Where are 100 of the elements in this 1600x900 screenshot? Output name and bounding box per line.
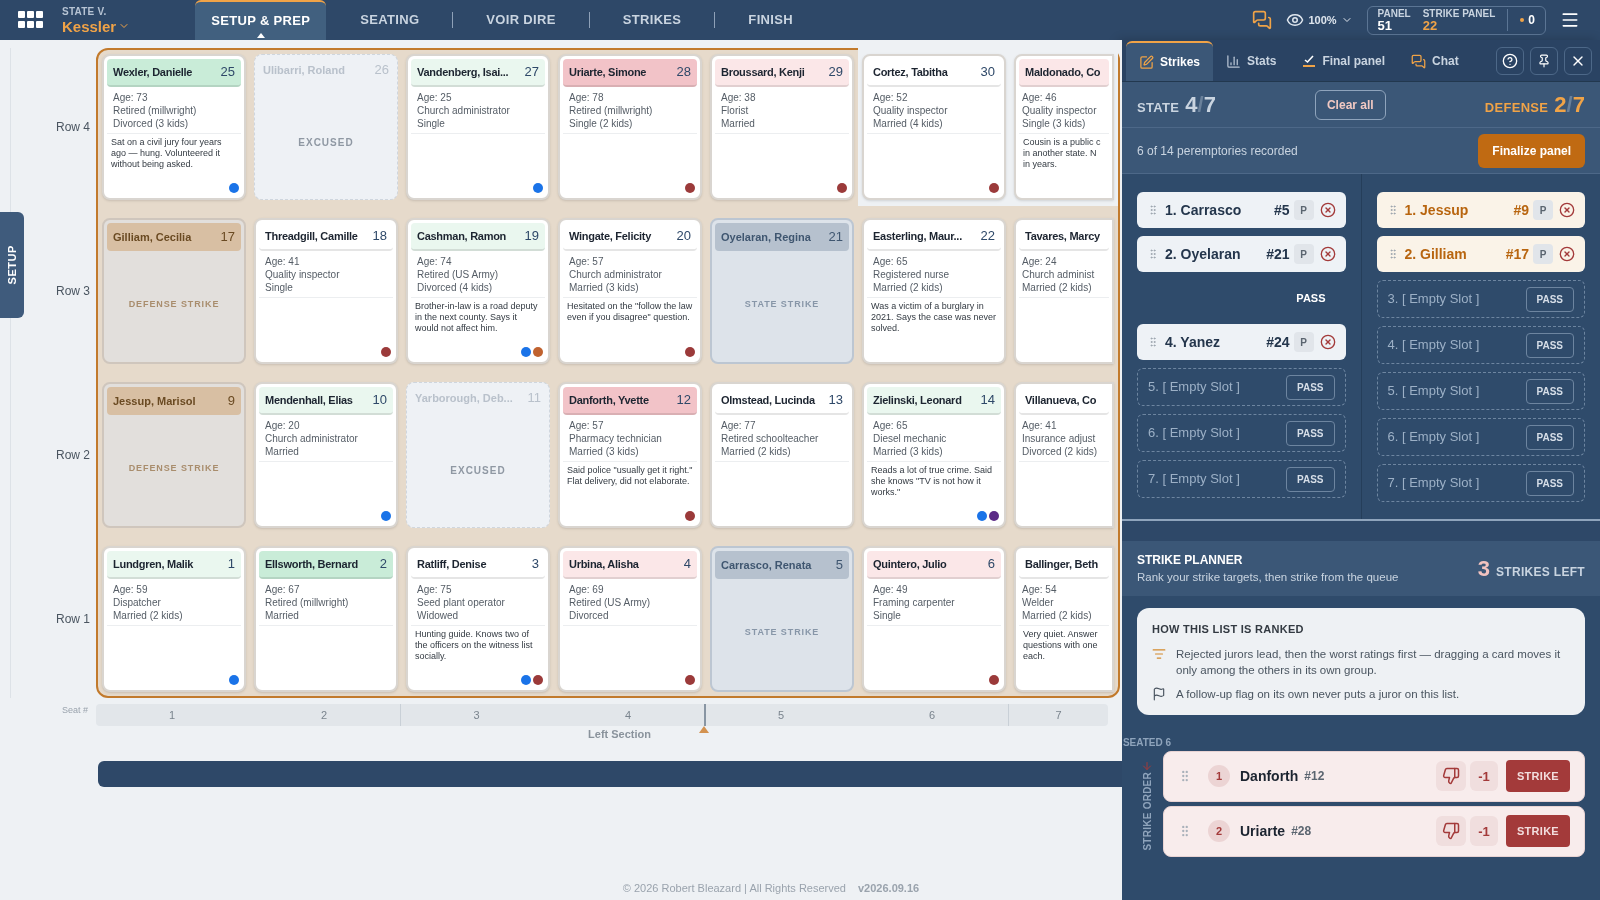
juror-card[interactable]: Quintero, Julio 6 Age: 49 Framing carpenter Single [862, 546, 1006, 692]
struck-juror-card[interactable]: Carrasco, Renata 5 STATE STRIKE [710, 546, 854, 692]
pin-icon[interactable] [1530, 46, 1558, 75]
nav-tab[interactable]: STRIKES [590, 0, 714, 40]
juror-card[interactable]: Ballinger, Beth Age: 54 Welder Married (2 kids) Very quiet. Answer questions with one each. [1014, 546, 1114, 692]
pass-button[interactable]: PASS [1525, 470, 1574, 496]
juror-detail: Divorced (2 kids) [1022, 445, 1098, 458]
juror-card[interactable]: Broussard, Kenji 29 Age: 38 Florist Married [710, 54, 854, 200]
struck-juror-card[interactable]: Jessup, Marisol 9 DEFENSE STRIKE [102, 382, 246, 528]
strike-slot[interactable]: 1. Jessup #9 P [1376, 192, 1585, 228]
pass-button[interactable]: PASS [1286, 374, 1335, 400]
strike-slot[interactable]: 4. Yanez #24 P [1137, 324, 1346, 360]
app-grid-icon[interactable] [18, 11, 44, 29]
empty-slot[interactable]: 6. [ Empty Slot ] PASS [1137, 414, 1346, 452]
empty-slot[interactable]: 7. [ Empty Slot ] PASS [1137, 460, 1346, 498]
juror-card[interactable]: Cashman, Ramon 19 Age: 74 Retired (US Army) Divorced (4 kids) Brother-in-law is a road deputy in the next county. Says it would not affect him. [406, 218, 550, 364]
juror-detail: Retired (US Army) [569, 596, 651, 609]
nav-tab[interactable]: VOIR DIRE [454, 0, 588, 40]
juror-card[interactable]: Danforth, Yvette 12 Age: 57 Pharmacy technician Married (3 kids) Said police "usually get it right." Flat delivery, did not elaborate. [558, 382, 702, 528]
struck-juror-card[interactable]: Gilliam, Cecilia 17 DEFENSE STRIKE [102, 218, 246, 364]
empty-slot[interactable]: 7. [ Empty Slot ] PASS [1376, 464, 1585, 502]
juror-detail: Divorced (4 kids) [417, 281, 493, 294]
juror-card[interactable]: Threadgill, Camille 18 Age: 41 Quality inspector Single [254, 218, 398, 364]
juror-card[interactable]: Villanueva, Co Age: 41 Insurance adjust Divorced (2 kids) [1014, 382, 1114, 528]
juror-card[interactable]: Lundgren, Malik 1 Age: 59 Dispatcher Married (2 kids) [102, 546, 246, 692]
remove-icon[interactable] [1319, 202, 1336, 218]
juror-detail: Age: 69 [569, 583, 604, 596]
thumbs-down-icon[interactable] [1436, 761, 1466, 792]
juror-card[interactable]: Vandenberg, Isai... 27 Age: 25 Church administrator Single [406, 54, 550, 200]
strike-queue-row[interactable]: 1 Danforth #12 -1 STRIKE [1163, 750, 1585, 802]
peremptory-badge[interactable]: P [1533, 200, 1553, 220]
peremptory-badge[interactable]: P [1293, 200, 1314, 220]
drag-handle-icon[interactable] [1147, 336, 1159, 348]
empty-slot[interactable]: 6. [ Empty Slot ] PASS [1376, 418, 1585, 456]
struck-juror-card[interactable]: Oyelaran, Regina 21 STATE STRIKE [710, 218, 854, 364]
peremptory-badge[interactable]: P [1293, 244, 1314, 264]
nav-tab[interactable]: SETUP & PREP [195, 0, 327, 40]
juror-name: Villanueva, Co [1025, 392, 1097, 408]
help-icon[interactable] [1496, 46, 1524, 75]
remove-icon[interactable] [1319, 334, 1336, 350]
juror-card[interactable]: Cortez, Tabitha 30 Age: 52 Quality inspector Married (4 kids) [862, 54, 1006, 200]
thumbs-down-icon[interactable] [1436, 816, 1466, 847]
juror-card[interactable]: Ratliff, Denise 3 Age: 75 Seed plant operator Widowed Hunting guide. Knows two of the officers on the witness list socially. [406, 546, 550, 692]
strike-slot[interactable]: 2. Gilliam #17 P [1376, 236, 1585, 272]
menu-icon[interactable] [1560, 10, 1580, 30]
strike-button[interactable]: STRIKE [1506, 815, 1570, 848]
juror-card[interactable]: Tavares, Marcy Age: 24 Church administ Married (2 kids) [1014, 218, 1114, 364]
strike-slot[interactable]: 2. Oyelaran #21 P [1137, 236, 1346, 272]
panel-tab[interactable]: Final panel [1289, 41, 1399, 81]
juror-detail: Age: 38 [721, 91, 756, 104]
strike-queue-row[interactable]: 2 Uriarte #28 -1 STRIKE [1163, 805, 1585, 857]
pass-button[interactable]: PASS [1525, 332, 1574, 358]
juror-detail: Quality inspector [265, 268, 340, 281]
juror-card[interactable]: Olmstead, Lucinda 13 Age: 77 Retired schoolteacher Married (2 kids) [710, 382, 854, 528]
pass-button[interactable]: PASS [1286, 420, 1335, 446]
juror-card[interactable]: Uriarte, Simone 28 Age: 78 Retired (millwright) Single (2 kids) [558, 54, 702, 200]
strike-button[interactable]: STRIKE [1506, 760, 1570, 793]
remove-icon[interactable] [1559, 246, 1575, 262]
remove-icon[interactable] [1559, 202, 1575, 218]
nav-tab[interactable]: FINISH [716, 0, 825, 40]
peremptory-badge[interactable]: P [1293, 332, 1314, 352]
panel-tab[interactable]: Stats [1213, 41, 1290, 81]
nav-tab[interactable]: SEATING [328, 0, 452, 40]
panel-tab[interactable]: Chat [1398, 41, 1472, 81]
empty-slot[interactable]: 5. [ Empty Slot ] PASS [1376, 372, 1585, 410]
juror-name: Olmstead, Lucinda [721, 392, 815, 408]
chat-icon[interactable] [1252, 10, 1273, 30]
juror-card[interactable]: Maldonado, Co Age: 46 Quality inspector Single (3 kids) Cousin is a public c in another state. N in years. [1014, 54, 1114, 200]
finalize-button[interactable]: Finalize panel [1478, 133, 1585, 168]
juror-note: Cousin is a public c in another state. N in years. [1022, 136, 1102, 170]
pass-button[interactable]: PASS [1525, 424, 1574, 450]
pass-button[interactable]: PASS [1286, 466, 1335, 492]
case-selector[interactable]: Kessler [62, 18, 131, 34]
empty-slot[interactable]: 5. [ Empty Slot ] PASS [1137, 368, 1346, 406]
juror-detail: Age: 24 [1022, 255, 1057, 268]
arrow-down-icon [1141, 759, 1153, 772]
peremptory-badge[interactable]: P [1533, 244, 1553, 264]
clear-all-button[interactable]: Clear all [1314, 89, 1386, 120]
drag-handle-icon[interactable] [1147, 204, 1159, 216]
setup-side-tab[interactable]: SETUP [0, 212, 24, 318]
juror-card[interactable]: Ellsworth, Bernard 2 Age: 67 Retired (millwright) Married [254, 546, 398, 692]
pass-button[interactable]: PASS [1525, 286, 1574, 312]
zoom-control[interactable]: 100% [1286, 11, 1353, 29]
juror-card[interactable]: Zielinski, Leonard 14 Age: 65 Diesel mechanic Married (3 kids) Reads a lot of true crime. Said she knows "TV is not how it works." [862, 382, 1006, 528]
pass-button[interactable]: PASS [1525, 378, 1574, 404]
juror-name: Ratliff, Denise [417, 556, 487, 572]
juror-detail: Married (2 kids) [1022, 281, 1092, 294]
empty-slot[interactable]: 3. [ Empty Slot ] PASS [1376, 280, 1585, 318]
remove-icon[interactable] [1319, 246, 1336, 262]
close-icon[interactable] [1564, 46, 1592, 75]
juror-card[interactable]: Wingate, Felicity 20 Age: 57 Church administrator Married (3 kids) Hesitated on the "follow the law even if you disagree" question. [558, 218, 702, 364]
juror-card[interactable]: Wexler, Danielle 25 Age: 73 Retired (millwright) Divorced (3 kids) Sat on a civil jury four years ago — hung. Volunteered it without being asked. [102, 54, 246, 200]
strike-slot[interactable]: 1. Carrasco #5 P [1137, 192, 1346, 228]
juror-card[interactable]: Mendenhall, Elias 10 Age: 20 Church administrator Married [254, 382, 398, 528]
juror-card[interactable]: Easterling, Maur... 22 Age: 65 Registered nurse Married (2 kids) Was a victim of a burglary in 2021. Says the case was never solved. [862, 218, 1006, 364]
panel-tab[interactable]: Strikes [1126, 41, 1214, 81]
empty-slot[interactable]: 4. [ Empty Slot ] PASS [1376, 326, 1585, 364]
version-text: v2026.09.16 [858, 880, 920, 896]
juror-card[interactable]: Urbina, Alisha 4 Age: 69 Retired (US Army) Divorced [558, 546, 702, 692]
drag-handle-icon[interactable] [1147, 248, 1159, 260]
